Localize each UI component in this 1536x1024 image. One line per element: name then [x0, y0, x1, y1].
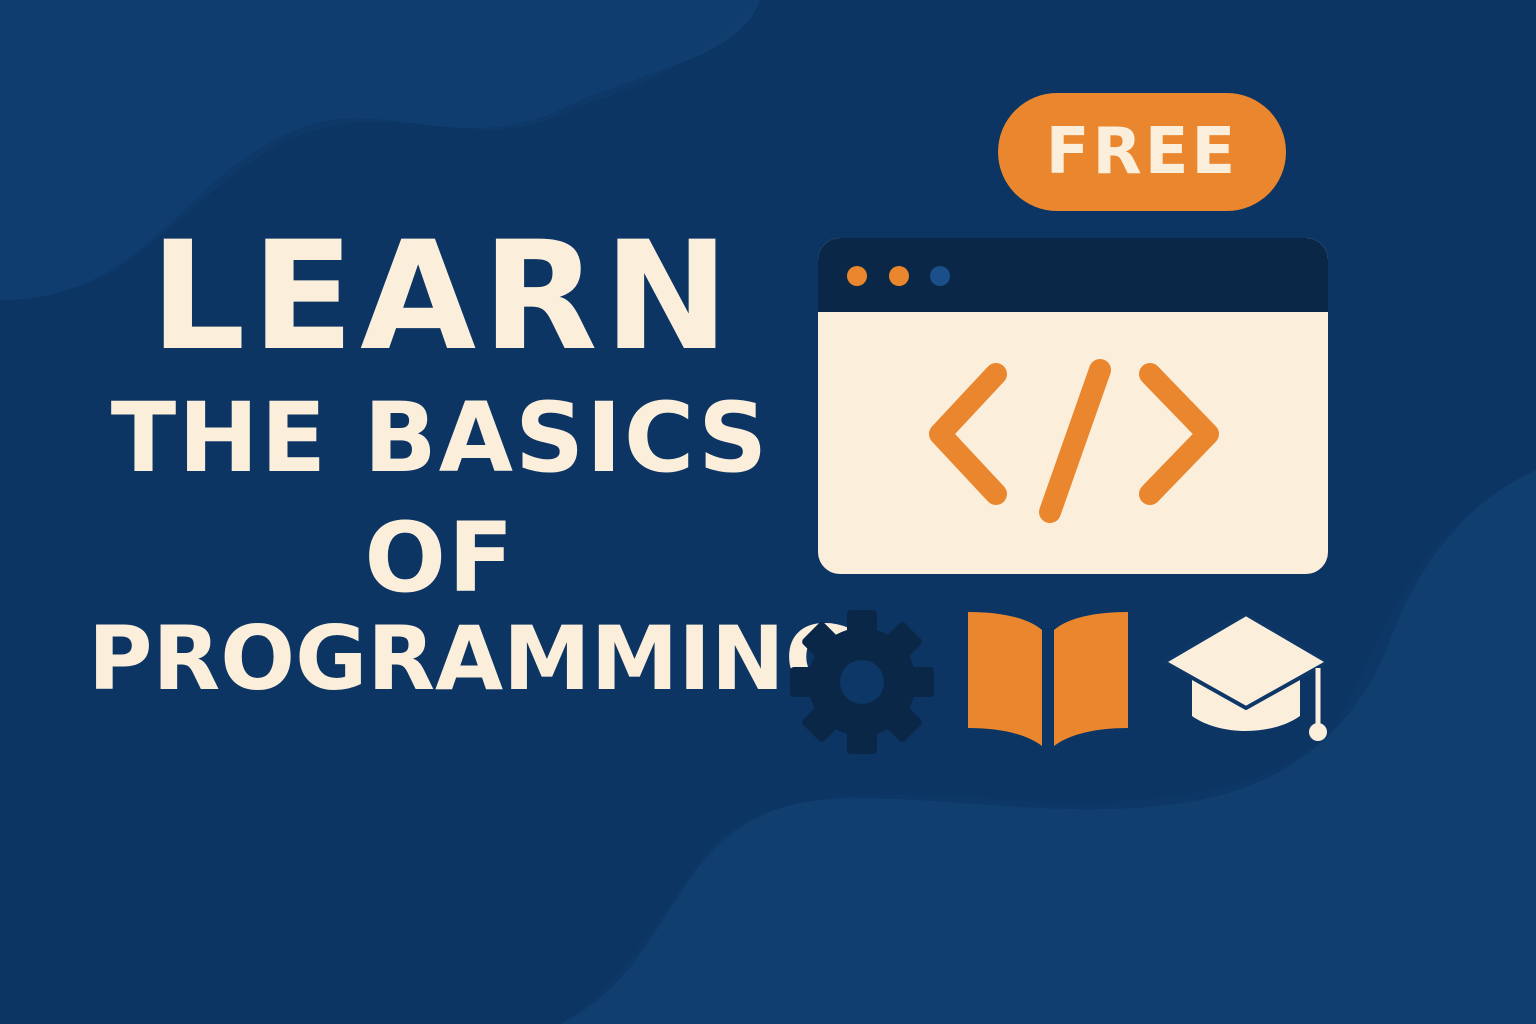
window-dot-2 [889, 266, 909, 286]
headline-of: OF [364, 502, 516, 614]
free-badge: FREE [998, 93, 1286, 211]
window-dot-1 [847, 266, 867, 286]
headline-programming: PROGRAMMING [88, 607, 857, 710]
open-book-icon [968, 612, 1128, 746]
graduation-cap-icon [1162, 612, 1330, 741]
browser-window-illustration [818, 238, 1328, 574]
gear-icon [790, 610, 934, 754]
headline-the-basics: THE BASICS [110, 382, 770, 494]
window-dot-3 [930, 266, 950, 286]
promo-banner: LEARN THE BASICS OF PROGRAMMING FREE [0, 0, 1536, 1024]
code-brackets-icon [929, 359, 1219, 523]
headline-learn: LEARN [150, 210, 736, 384]
browser-titlebar [818, 238, 1328, 312]
